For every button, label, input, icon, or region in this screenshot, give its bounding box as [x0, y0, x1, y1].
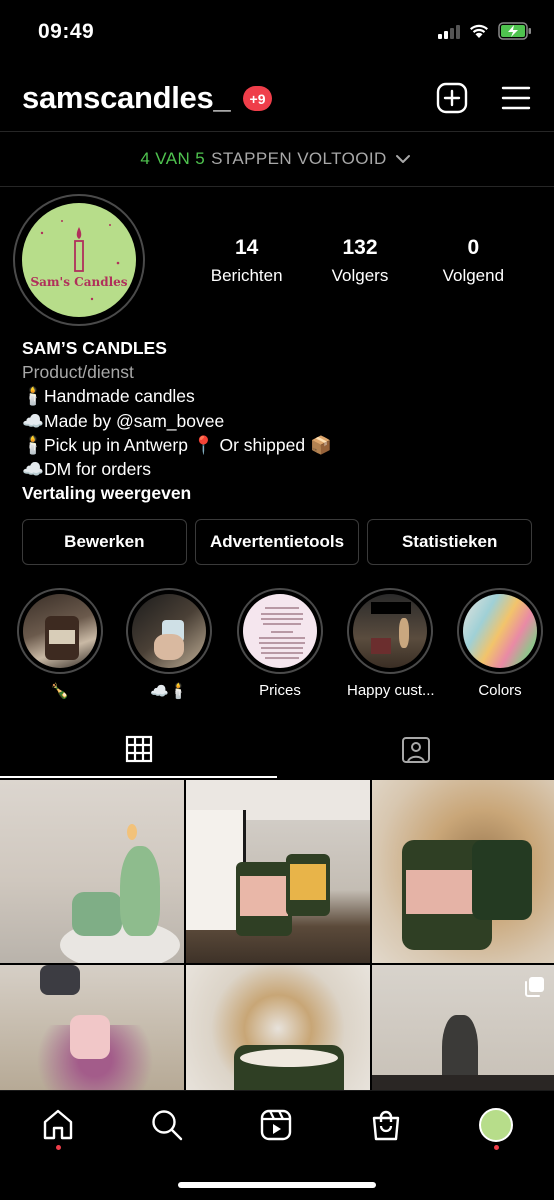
avatar[interactable]: Sam's Candles [22, 203, 136, 317]
home-activity-dot [56, 1145, 61, 1150]
steps-label: STAPPEN VOLTOOID [211, 149, 387, 168]
profile-name: SAM’S CANDLES [22, 338, 167, 358]
highlight-item[interactable]: Happy cust... [347, 588, 435, 699]
stat-value: 14 [234, 236, 259, 259]
profile-activity-dot [494, 1145, 499, 1150]
highlight-ring [17, 588, 103, 674]
posts-grid [0, 780, 554, 1090]
candle-emoji-icon: 🕯️ [22, 434, 44, 455]
status-time: 09:49 [38, 20, 95, 43]
translate-link[interactable]: Vertaling weergeven [22, 481, 542, 505]
wifi-icon [470, 24, 488, 38]
home-indicator [178, 1182, 376, 1188]
highlight-label: Prices [259, 682, 301, 699]
candle-emoji-icon: 🕯️ [22, 386, 44, 407]
highlight-ring [347, 588, 433, 674]
highlight-item[interactable]: 🍾 [17, 588, 103, 700]
stat-label: Berichten [210, 266, 283, 285]
bio-line: 🕯️Pick up in Antwerp 📍 Or shipped 📦 [22, 433, 542, 457]
multiple-posts-icon [525, 977, 544, 997]
shopping-bag-icon [372, 1110, 400, 1141]
bio-line-text: Made by @sam_bovee [44, 410, 225, 431]
cellular-signal-icon [438, 23, 460, 39]
post-thumbnail[interactable] [0, 780, 184, 963]
bio-line-text: DM for orders [44, 459, 151, 480]
tagged-person-icon [401, 737, 430, 763]
highlight-thumbnail [353, 594, 427, 668]
highlight-item[interactable]: Colors [457, 588, 543, 699]
highlight-label: Colors [478, 682, 522, 699]
plus-square-icon [436, 82, 468, 114]
stat-value: 132 [342, 236, 378, 259]
stat-label: Volgend [442, 266, 505, 285]
nav-reels[interactable] [256, 1105, 296, 1145]
highlight-thumbnail [463, 594, 537, 668]
reels-icon [260, 1109, 292, 1141]
post-thumbnail[interactable] [186, 780, 370, 963]
tab-posts-grid[interactable] [0, 722, 277, 778]
profile-tabs [0, 722, 554, 778]
battery-charging-icon [498, 22, 531, 40]
highlight-thumbnail [243, 594, 317, 668]
status-bar: 09:49 [0, 0, 554, 66]
post-thumbnail[interactable] [372, 965, 554, 1090]
highlight-item[interactable]: Prices [237, 588, 323, 699]
story-highlights: 🍾 ☁️🕯️ Prices Happy cust... Colors [0, 588, 554, 703]
ad-tools-button[interactable]: Advertentietools [194, 519, 360, 565]
username-switcher[interactable]: samscandles_ [22, 80, 231, 116]
highlight-ring [237, 588, 323, 674]
nav-search[interactable] [147, 1105, 187, 1145]
stat-posts[interactable]: 14 Berichten [190, 236, 303, 286]
post-thumbnail[interactable] [372, 780, 554, 963]
setup-progress-dropdown[interactable]: 4 VAN 5 STAPPEN VOLTOOID [0, 132, 554, 186]
profile-bio: SAM’S CANDLES Product/dienst 🕯️Handmade … [22, 336, 542, 505]
highlight-label: 🍾 [50, 683, 70, 700]
create-post-button[interactable] [436, 82, 468, 114]
cloud-emoji-icon: ☁️ [22, 459, 44, 480]
candle-logo-icon [37, 220, 120, 301]
profile-header: samscandles_ +9 [0, 70, 554, 130]
highlight-thumbnail [132, 594, 206, 668]
profile-category: Product/dienst [22, 362, 134, 383]
stat-value: 0 [467, 236, 480, 259]
bio-line-text: Pick up in Antwerp 📍 Or shipped 📦 [44, 434, 332, 455]
highlight-thumbnail [23, 594, 97, 668]
profile-stats: 14 Berichten 132 Volgers 0 Volgend [190, 236, 530, 286]
home-icon [43, 1109, 73, 1140]
cloud-emoji-icon: ☁️ [22, 410, 44, 431]
tab-tagged[interactable] [277, 722, 554, 778]
grid-icon [125, 735, 152, 763]
insights-button[interactable]: Statistieken [367, 519, 533, 565]
stat-label: Volgers [331, 266, 389, 285]
edit-profile-button[interactable]: Bewerken [22, 519, 187, 565]
nav-home[interactable] [38, 1105, 78, 1145]
nav-profile[interactable] [476, 1105, 516, 1145]
post-thumbnail[interactable] [0, 965, 184, 1090]
highlight-label: ☁️🕯️ [150, 683, 188, 700]
highlight-ring [457, 588, 543, 674]
avatar-brand-text: Sam's Candles [30, 275, 128, 289]
search-icon [152, 1110, 183, 1141]
status-icons [438, 22, 532, 40]
steps-done: 4 VAN 5 [140, 149, 206, 168]
profile-action-buttons: Bewerken Advertentietools Statistieken [22, 519, 533, 565]
bio-line: ☁️DM for orders [22, 457, 542, 481]
highlight-item[interactable]: ☁️🕯️ [126, 588, 212, 700]
highlight-ring [126, 588, 212, 674]
post-thumbnail[interactable] [186, 965, 370, 1090]
profile-avatar-icon [479, 1108, 513, 1142]
divider [0, 186, 554, 187]
bio-line: 🕯️Handmade candles [22, 384, 542, 408]
highlight-label: Happy cust... [347, 682, 435, 699]
stat-following[interactable]: 0 Volgend [417, 236, 530, 286]
hamburger-menu-icon [501, 86, 531, 110]
chevron-down-icon [395, 155, 410, 163]
stat-followers[interactable]: 132 Volgers [303, 236, 416, 286]
notification-badge[interactable]: +9 [243, 86, 272, 111]
bio-line-text: Handmade candles [44, 386, 195, 407]
bio-line[interactable]: ☁️Made by @sam_bovee [22, 409, 542, 433]
menu-button[interactable] [500, 82, 532, 114]
nav-shop[interactable] [366, 1105, 406, 1145]
